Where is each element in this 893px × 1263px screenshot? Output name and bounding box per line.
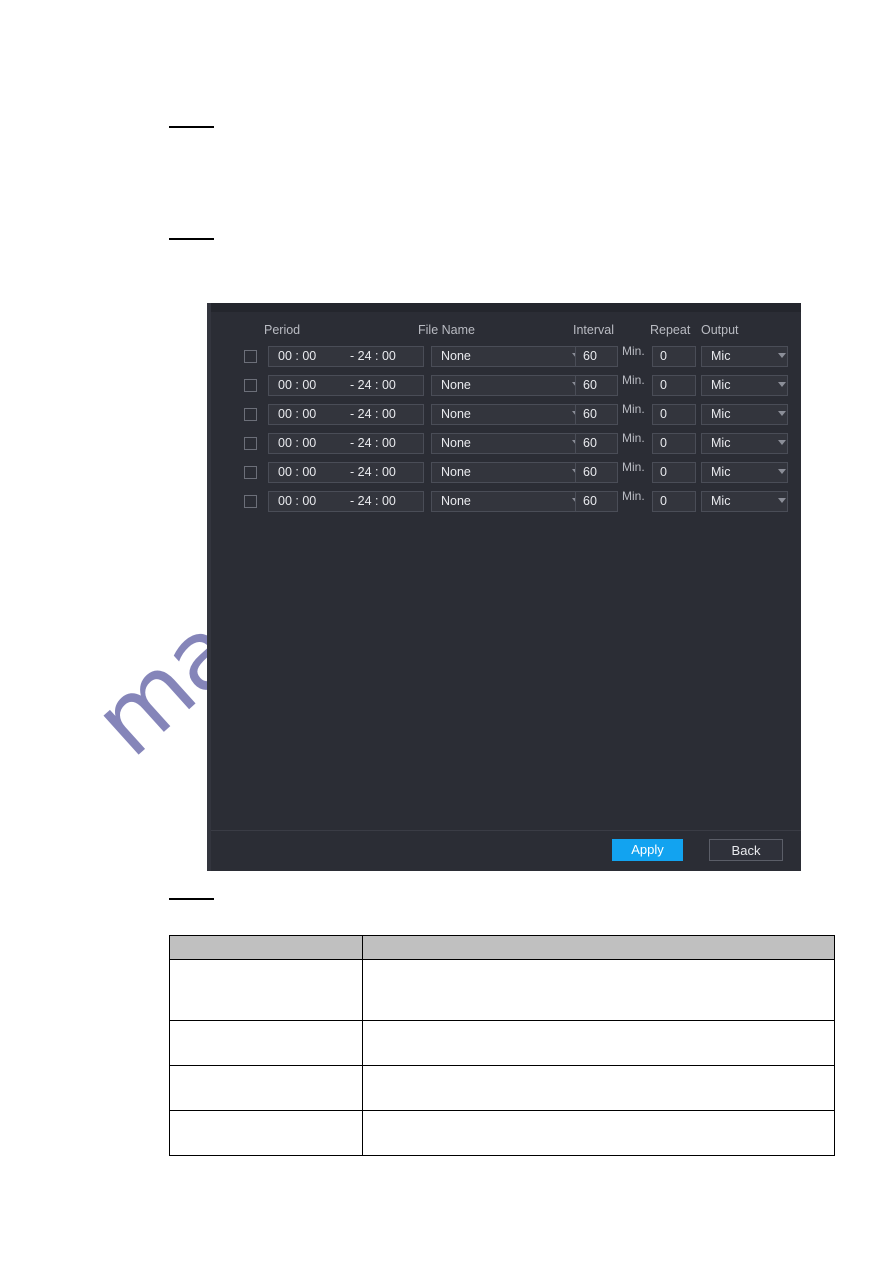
interval-input[interactable]: 60 bbox=[575, 346, 618, 367]
period-start-time: 00 : 00 bbox=[278, 436, 317, 450]
table-row bbox=[169, 959, 835, 1021]
period-end-time: - 24 : 00 bbox=[350, 436, 396, 450]
row-enable-checkbox[interactable] bbox=[244, 466, 257, 479]
table-cell-right bbox=[362, 959, 835, 1021]
interval-unit-label: Min. bbox=[622, 431, 645, 445]
period-end-time: - 24 : 00 bbox=[350, 465, 396, 479]
period-field[interactable]: 00 : 00 - 24 : 00 bbox=[268, 375, 424, 396]
back-button[interactable]: Back bbox=[709, 839, 783, 861]
period-field[interactable]: 00 : 00 - 24 : 00 bbox=[268, 433, 424, 454]
period-start-time: 00 : 00 bbox=[278, 407, 317, 421]
table-cell-right bbox=[362, 1065, 835, 1111]
table-row bbox=[169, 1110, 835, 1156]
interval-input[interactable]: 60 bbox=[575, 491, 618, 512]
period-end-time: - 24 : 00 bbox=[350, 407, 396, 421]
period-start-time: 00 : 00 bbox=[278, 378, 317, 392]
period-start-time: 00 : 00 bbox=[278, 349, 317, 363]
repeat-input[interactable]: 0 bbox=[652, 346, 696, 367]
period-end-time: - 24 : 00 bbox=[350, 494, 396, 508]
chevron-down-icon[interactable] bbox=[778, 411, 786, 416]
table-header-cell-left bbox=[169, 935, 363, 960]
chevron-down-icon[interactable] bbox=[778, 469, 786, 474]
file-name-select[interactable]: None bbox=[431, 491, 581, 512]
column-header-file-name: File Name bbox=[418, 323, 475, 337]
table-row: 00 : 00 - 24 : 00 None 60 Min. 0 Mic bbox=[207, 402, 801, 432]
table-cell-left bbox=[169, 1020, 363, 1066]
row-enable-checkbox[interactable] bbox=[244, 379, 257, 392]
period-end-time: - 24 : 00 bbox=[350, 378, 396, 392]
output-select[interactable]: Mic bbox=[701, 491, 788, 512]
period-field[interactable]: 00 : 00 - 24 : 00 bbox=[268, 404, 424, 425]
table-header-cell-right bbox=[362, 935, 835, 960]
column-header-output: Output bbox=[701, 323, 739, 337]
row-enable-checkbox[interactable] bbox=[244, 437, 257, 450]
table-row: 00 : 00 - 24 : 00 None 60 Min. 0 Mic bbox=[207, 489, 801, 519]
apply-button[interactable]: Apply bbox=[612, 839, 683, 861]
file-name-select[interactable]: None bbox=[431, 404, 581, 425]
repeat-input[interactable]: 0 bbox=[652, 404, 696, 425]
repeat-input[interactable]: 0 bbox=[652, 433, 696, 454]
period-start-time: 00 : 00 bbox=[278, 465, 317, 479]
chevron-down-icon[interactable] bbox=[778, 353, 786, 358]
audio-schedule-dialog: Period File Name Interval Repeat Output … bbox=[207, 303, 801, 871]
interval-unit-label: Min. bbox=[622, 373, 645, 387]
output-select[interactable]: Mic bbox=[701, 462, 788, 483]
description-table bbox=[169, 935, 835, 1156]
table-row bbox=[169, 1020, 835, 1066]
table-cell-right bbox=[362, 1020, 835, 1066]
repeat-input[interactable]: 0 bbox=[652, 375, 696, 396]
table-cell-left bbox=[169, 1110, 363, 1156]
schedule-rows: 00 : 00 - 24 : 00 None 60 Min. 0 Mic 00 … bbox=[207, 344, 801, 519]
redaction-rule-2 bbox=[169, 238, 214, 240]
interval-input[interactable]: 60 bbox=[575, 404, 618, 425]
output-select[interactable]: Mic bbox=[701, 346, 788, 367]
table-cell-right bbox=[362, 1110, 835, 1156]
chevron-down-icon[interactable] bbox=[778, 498, 786, 503]
chevron-down-icon[interactable] bbox=[778, 440, 786, 445]
table-row bbox=[169, 1065, 835, 1111]
table-row: 00 : 00 - 24 : 00 None 60 Min. 0 Mic bbox=[207, 460, 801, 490]
interval-unit-label: Min. bbox=[622, 402, 645, 416]
repeat-input[interactable]: 0 bbox=[652, 491, 696, 512]
table-cell-left bbox=[169, 1065, 363, 1111]
interval-unit-label: Min. bbox=[622, 344, 645, 358]
interval-unit-label: Min. bbox=[622, 460, 645, 474]
output-select[interactable]: Mic bbox=[701, 375, 788, 396]
table-cell-left bbox=[169, 959, 363, 1021]
period-start-time: 00 : 00 bbox=[278, 494, 317, 508]
period-field[interactable]: 00 : 00 - 24 : 00 bbox=[268, 462, 424, 483]
file-name-select[interactable]: None bbox=[431, 433, 581, 454]
row-enable-checkbox[interactable] bbox=[244, 350, 257, 363]
row-enable-checkbox[interactable] bbox=[244, 495, 257, 508]
period-field[interactable]: 00 : 00 - 24 : 00 bbox=[268, 491, 424, 512]
interval-input[interactable]: 60 bbox=[575, 462, 618, 483]
interval-input[interactable]: 60 bbox=[575, 375, 618, 396]
redaction-rule-1 bbox=[169, 126, 214, 128]
file-name-select[interactable]: None bbox=[431, 346, 581, 367]
interval-input[interactable]: 60 bbox=[575, 433, 618, 454]
output-select[interactable]: Mic bbox=[701, 433, 788, 454]
output-select[interactable]: Mic bbox=[701, 404, 788, 425]
table-row: 00 : 00 - 24 : 00 None 60 Min. 0 Mic bbox=[207, 373, 801, 403]
row-enable-checkbox[interactable] bbox=[244, 408, 257, 421]
table-row: 00 : 00 - 24 : 00 None 60 Min. 0 Mic bbox=[207, 344, 801, 374]
column-header-interval: Interval bbox=[573, 323, 614, 337]
period-field[interactable]: 00 : 00 - 24 : 00 bbox=[268, 346, 424, 367]
column-header-repeat: Repeat bbox=[650, 323, 691, 337]
dialog-button-bar: Apply Back bbox=[207, 831, 801, 871]
period-end-time: - 24 : 00 bbox=[350, 349, 396, 363]
repeat-input[interactable]: 0 bbox=[652, 462, 696, 483]
table-header-row bbox=[169, 935, 835, 960]
file-name-select[interactable]: None bbox=[431, 462, 581, 483]
table-row: 00 : 00 - 24 : 00 None 60 Min. 0 Mic bbox=[207, 431, 801, 461]
schedule-table-header: Period File Name Interval Repeat Output bbox=[207, 317, 801, 343]
chevron-down-icon[interactable] bbox=[778, 382, 786, 387]
redaction-rule-3 bbox=[169, 898, 214, 900]
file-name-select[interactable]: None bbox=[431, 375, 581, 396]
column-header-period: Period bbox=[264, 323, 301, 337]
dialog-top-bar bbox=[211, 303, 801, 312]
interval-unit-label: Min. bbox=[622, 489, 645, 503]
